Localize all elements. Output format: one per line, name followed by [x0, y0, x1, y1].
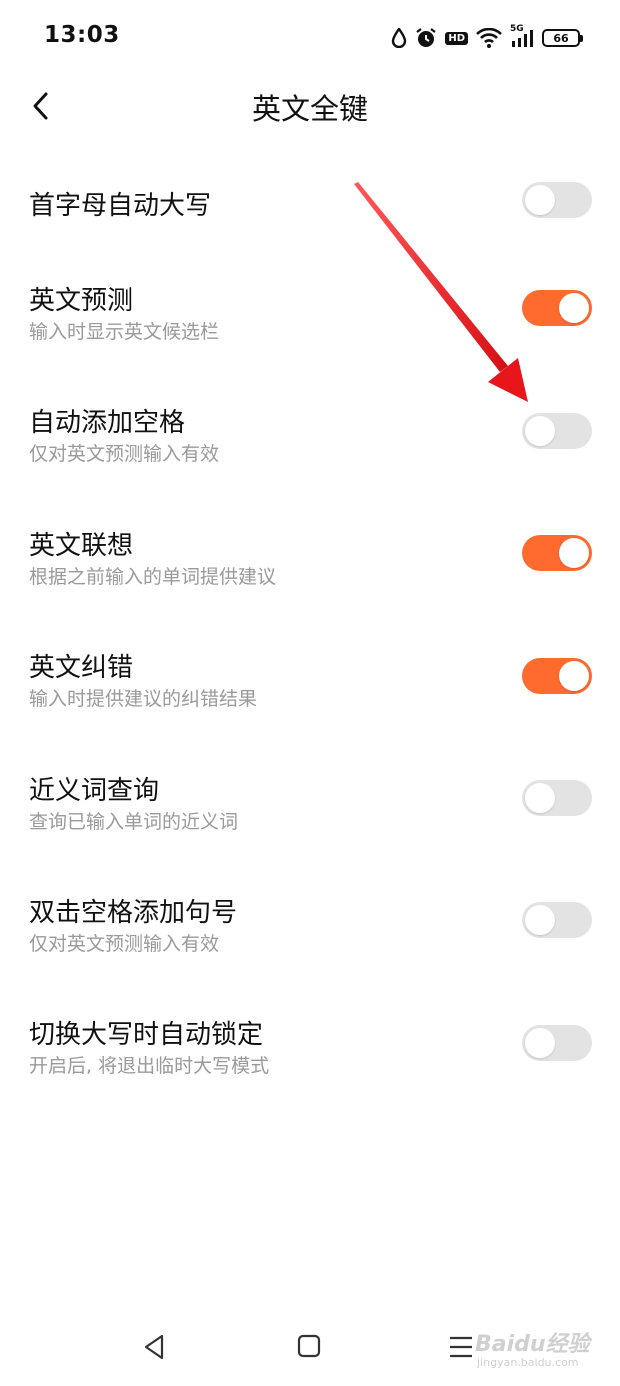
water-drop-icon — [391, 28, 407, 48]
setting-subtitle: 查询已输入单词的近义词 — [29, 811, 239, 833]
auto-add-space-toggle[interactable] — [522, 413, 592, 449]
battery-icon: 66 — [542, 29, 583, 47]
english-prediction-toggle[interactable] — [522, 290, 592, 326]
toggle-knob — [559, 538, 589, 568]
setting-subtitle: 开启后, 将退出临时大写模式 — [29, 1055, 270, 1077]
setting-auto-capitalize: 首字母自动大写 — [0, 160, 620, 270]
setting-title: 英文联想 — [29, 531, 134, 561]
setting-english-correction: 英文纠错 输入时提供建议的纠错结果 — [0, 637, 620, 747]
navigation-bar — [0, 1316, 620, 1376]
network-label: 5G — [510, 24, 524, 34]
setting-title: 英文预测 — [29, 286, 134, 316]
toggle-knob — [559, 661, 589, 691]
setting-title: 双击空格添加句号 — [29, 898, 238, 928]
toggle-knob — [525, 416, 555, 446]
setting-title: 近义词查询 — [29, 776, 160, 806]
hd-icon: HD — [445, 31, 468, 45]
header: 英文全键 — [0, 76, 620, 136]
setting-subtitle: 输入时显示英文候选栏 — [29, 321, 220, 343]
setting-title: 英文纠错 — [29, 653, 134, 683]
setting-title: 自动添加空格 — [29, 408, 186, 438]
hd-label: HD — [445, 31, 468, 45]
nav-home-icon[interactable] — [296, 1333, 322, 1359]
status-icons: HD 5G 66 — [391, 24, 583, 52]
alarm-icon — [415, 27, 437, 49]
toggle-knob — [525, 783, 555, 813]
setting-double-space-period: 双击空格添加句号 仅对英文预测输入有效 — [0, 882, 620, 992]
setting-auto-add-space: 自动添加空格 仅对英文预测输入有效 — [0, 392, 620, 502]
setting-title: 切换大写时自动锁定 — [29, 1020, 264, 1050]
status-bar: 13:03 HD 5G 66 — [0, 0, 620, 76]
toggle-knob — [525, 185, 555, 215]
toggle-knob — [559, 293, 589, 323]
toggle-knob — [525, 1028, 555, 1058]
signal-5g-icon: 5G — [510, 24, 534, 48]
setting-subtitle: 根据之前输入的单词提供建议 — [29, 566, 277, 588]
synonym-lookup-toggle[interactable] — [522, 780, 592, 816]
setting-caps-auto-lock: 切换大写时自动锁定 开启后, 将退出临时大写模式 — [0, 1004, 620, 1114]
nav-back-icon[interactable] — [140, 1332, 170, 1362]
english-correction-toggle[interactable] — [522, 658, 592, 694]
setting-english-association: 英文联想 根据之前输入的单词提供建议 — [0, 515, 620, 625]
caps-auto-lock-toggle[interactable] — [522, 1025, 592, 1061]
english-association-toggle[interactable] — [522, 535, 592, 571]
page-title: 英文全键 — [251, 92, 368, 126]
status-time: 13:03 — [44, 22, 120, 48]
setting-subtitle: 仅对英文预测输入有效 — [29, 933, 220, 955]
battery-level: 66 — [542, 29, 583, 47]
setting-synonym-lookup: 近义词查询 查询已输入单词的近义词 — [0, 760, 620, 870]
double-space-period-toggle[interactable] — [522, 902, 592, 938]
auto-capitalize-toggle[interactable] — [522, 182, 592, 218]
setting-title: 首字母自动大写 — [29, 191, 212, 221]
wifi-icon — [476, 28, 502, 48]
setting-subtitle: 仅对英文预测输入有效 — [29, 443, 220, 465]
setting-english-prediction: 英文预测 输入时显示英文候选栏 — [0, 270, 620, 380]
nav-menu-icon[interactable] — [446, 1334, 476, 1360]
setting-subtitle: 输入时提供建议的纠错结果 — [29, 688, 258, 710]
toggle-knob — [525, 905, 555, 935]
